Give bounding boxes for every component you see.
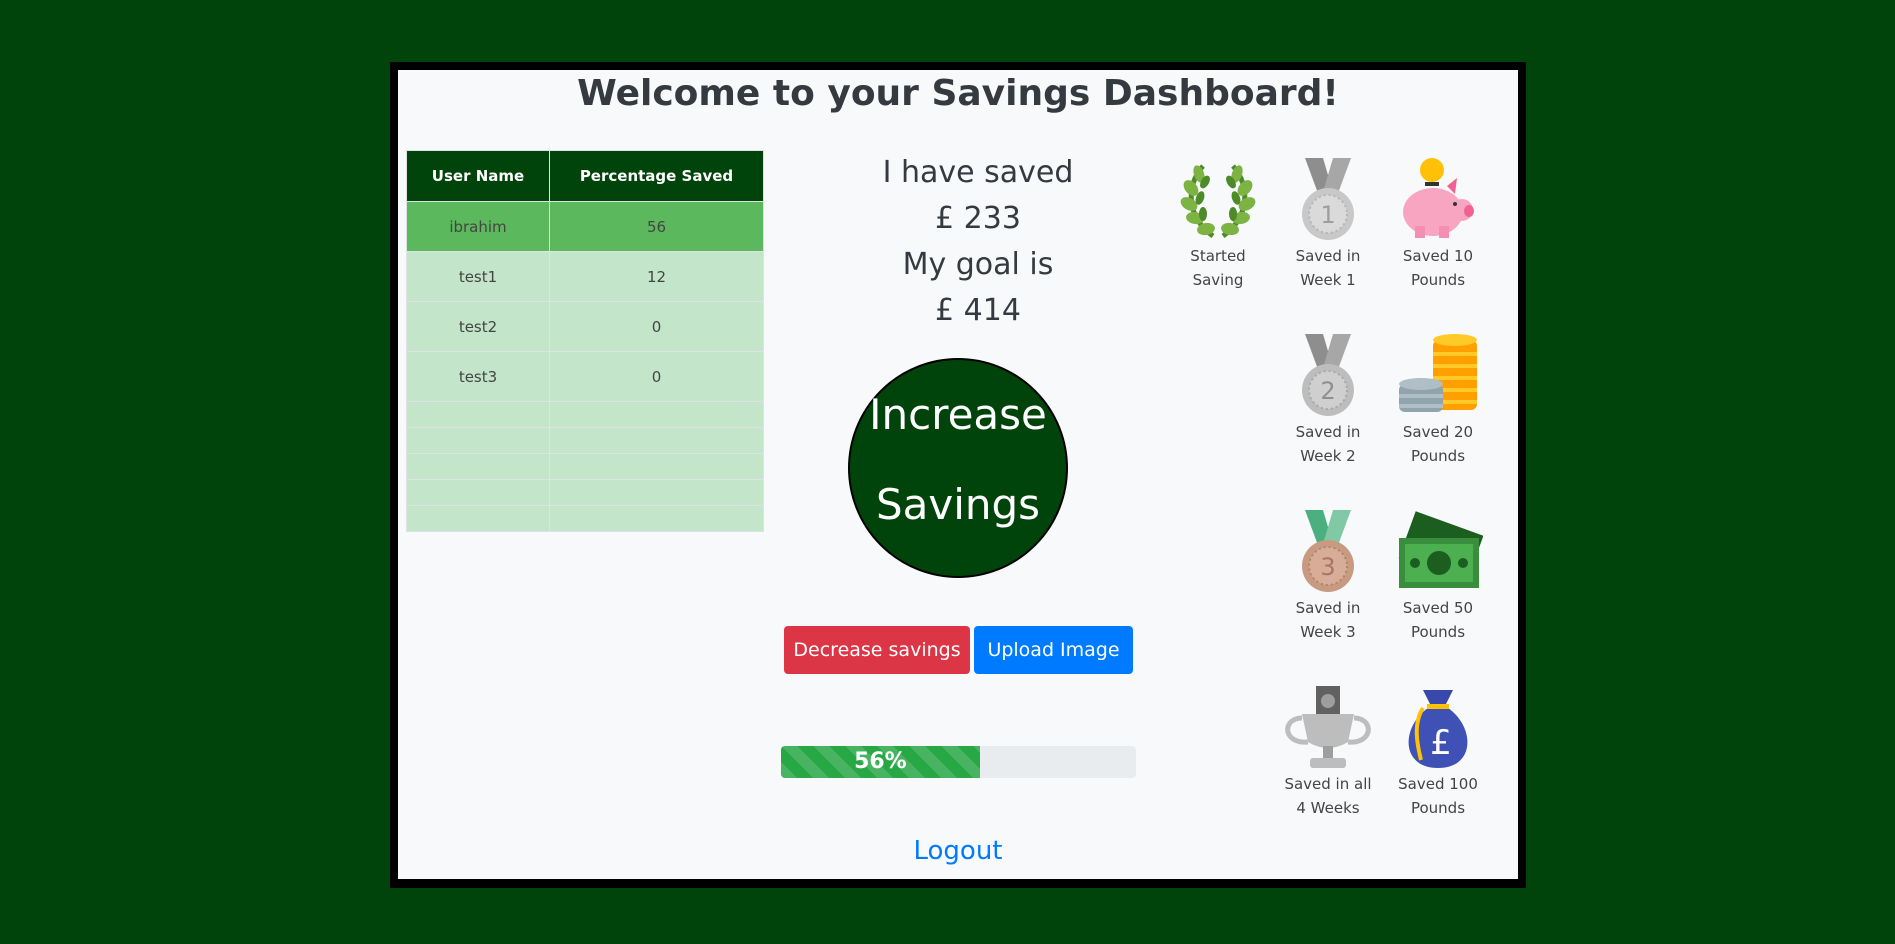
badge-caption-line2: Week 3 bbox=[1300, 623, 1356, 641]
badge-caption-line2: Pounds bbox=[1410, 799, 1466, 817]
empty-cell bbox=[406, 453, 550, 480]
badge-saved-100-pounds: £ Saved 100 Pounds bbox=[1383, 684, 1493, 820]
empty-table-row bbox=[406, 453, 764, 480]
badge-caption: Saved in Week 2 bbox=[1273, 420, 1383, 468]
increase-label-line2: Savings bbox=[875, 480, 1041, 529]
percent-cell: 0 bbox=[549, 351, 764, 402]
badge-caption-line1: Saved in bbox=[1295, 247, 1361, 265]
goal-label: My goal is bbox=[902, 247, 1054, 282]
progress-fill: 56% bbox=[781, 746, 980, 778]
user-name-cell: test3 bbox=[406, 351, 550, 402]
goal-amount: £ 414 bbox=[935, 293, 1021, 328]
badge-saved-all-4-weeks: Saved in all 4 Weeks bbox=[1273, 684, 1383, 820]
svg-text:2: 2 bbox=[1320, 377, 1335, 405]
medal-3-icon: 3 bbox=[1302, 510, 1354, 592]
badge-caption-line2: Week 2 bbox=[1300, 447, 1356, 465]
empty-cell bbox=[406, 479, 550, 506]
user-name-cell: test2 bbox=[406, 301, 550, 352]
empty-cell bbox=[549, 453, 764, 480]
badge-caption: Started Saving bbox=[1163, 244, 1273, 292]
badge-saved-10-pounds: Saved 10 Pounds bbox=[1383, 156, 1493, 292]
badge-caption-line2: Pounds bbox=[1410, 447, 1466, 465]
badge-caption-line2: Pounds bbox=[1410, 271, 1466, 289]
percent-cell: 56 bbox=[549, 201, 764, 252]
table-row: test2 0 bbox=[406, 301, 764, 352]
trophy-icon bbox=[1285, 686, 1371, 768]
empty-table-row bbox=[406, 401, 764, 428]
badge-saved-20-pounds: Saved 20 Pounds bbox=[1383, 332, 1493, 468]
table-row: test3 0 bbox=[406, 351, 764, 402]
svg-text:1: 1 bbox=[1320, 201, 1335, 229]
badge-caption-line1: Saved 10 bbox=[1402, 247, 1474, 265]
empty-cell bbox=[406, 505, 550, 532]
user-name-cell: test1 bbox=[406, 251, 550, 302]
header-percentage-saved: Percentage Saved bbox=[549, 150, 764, 202]
svg-text:3: 3 bbox=[1320, 553, 1335, 581]
badge-caption: Saved in Week 1 bbox=[1273, 244, 1383, 292]
empty-cell bbox=[549, 401, 764, 428]
empty-cell bbox=[549, 505, 764, 532]
leaderboard-table: User Name Percentage Saved ibrahim 56 te… bbox=[406, 150, 764, 532]
badge-caption: Saved in all 4 Weeks bbox=[1273, 772, 1383, 820]
badge-saved-week-2: 2 Saved in Week 2 bbox=[1273, 332, 1383, 468]
empty-table-row bbox=[406, 505, 764, 532]
user-name-cell: ibrahim bbox=[406, 201, 550, 252]
badge-caption-line1: Saved 100 bbox=[1398, 775, 1478, 793]
badge-caption-line1: Saved in all bbox=[1284, 775, 1372, 793]
badge-caption-line1: Saved in bbox=[1295, 599, 1361, 617]
banknotes-icon bbox=[1398, 511, 1483, 588]
badge-caption-line1: Saved 20 bbox=[1402, 423, 1474, 441]
piggy-bank-icon bbox=[1403, 158, 1474, 238]
upload-image-button[interactable]: Upload Image bbox=[974, 626, 1133, 674]
dashboard-card: Welcome to your Savings Dashboard! User … bbox=[398, 70, 1518, 879]
badge-caption-line2: Week 1 bbox=[1300, 271, 1356, 289]
badge-caption-line1: Saved 50 bbox=[1402, 599, 1474, 617]
increase-savings-button[interactable]: Increase Savings bbox=[848, 358, 1068, 578]
empty-cell bbox=[406, 401, 550, 428]
badge-caption: Saved 10 Pounds bbox=[1383, 244, 1493, 292]
percent-cell: 0 bbox=[549, 301, 764, 352]
badge-caption-line2: 4 Weeks bbox=[1296, 799, 1360, 817]
badge-saved-week-1: 1 Saved in Week 1 bbox=[1273, 156, 1383, 292]
coin-stack-icon bbox=[1399, 334, 1477, 412]
badge-caption-line2: Saving bbox=[1192, 271, 1244, 289]
badge-caption: Saved 50 Pounds bbox=[1383, 596, 1493, 644]
page-title: Welcome to your Savings Dashboard! bbox=[577, 73, 1339, 114]
empty-cell bbox=[406, 427, 550, 454]
header-user-name: User Name bbox=[406, 150, 550, 202]
badge-caption-line1: Saved in bbox=[1295, 423, 1361, 441]
saved-label: I have saved bbox=[882, 155, 1074, 190]
empty-table-row bbox=[406, 479, 764, 506]
badge-started-saving: Started Saving bbox=[1163, 156, 1273, 292]
savings-summary: I have saved £ 233 My goal is £ 414 bbox=[818, 150, 1138, 334]
badge-caption: Saved in Week 3 bbox=[1273, 596, 1383, 644]
money-bag-icon: £ bbox=[1408, 690, 1468, 768]
badge-saved-50-pounds: Saved 50 Pounds bbox=[1383, 508, 1493, 644]
badge-caption-line2: Pounds bbox=[1410, 623, 1466, 641]
svg-text:£: £ bbox=[1430, 723, 1452, 763]
badge-saved-week-3: 3 Saved in Week 3 bbox=[1273, 508, 1383, 644]
medal-2-icon: 2 bbox=[1302, 334, 1354, 416]
decrease-savings-button[interactable]: Decrease savings bbox=[784, 626, 970, 674]
savings-progress-bar: 56% bbox=[781, 746, 1136, 778]
saved-amount: £ 233 bbox=[935, 201, 1021, 236]
logout-link[interactable]: Logout bbox=[878, 836, 1038, 866]
medal-1-icon: 1 bbox=[1302, 158, 1354, 240]
badge-caption: Saved 20 Pounds bbox=[1383, 420, 1493, 468]
percent-cell: 12 bbox=[549, 251, 764, 302]
table-row: ibrahim 56 bbox=[406, 201, 764, 252]
empty-table-row bbox=[406, 427, 764, 454]
laurel-wreath-icon bbox=[1180, 164, 1256, 239]
empty-cell bbox=[549, 427, 764, 454]
badge-caption-line1: Started bbox=[1190, 247, 1246, 265]
increase-label-line1: Increase bbox=[869, 390, 1047, 439]
badge-caption: Saved 100 Pounds bbox=[1383, 772, 1493, 820]
empty-cell bbox=[549, 479, 764, 506]
table-row: test1 12 bbox=[406, 251, 764, 302]
